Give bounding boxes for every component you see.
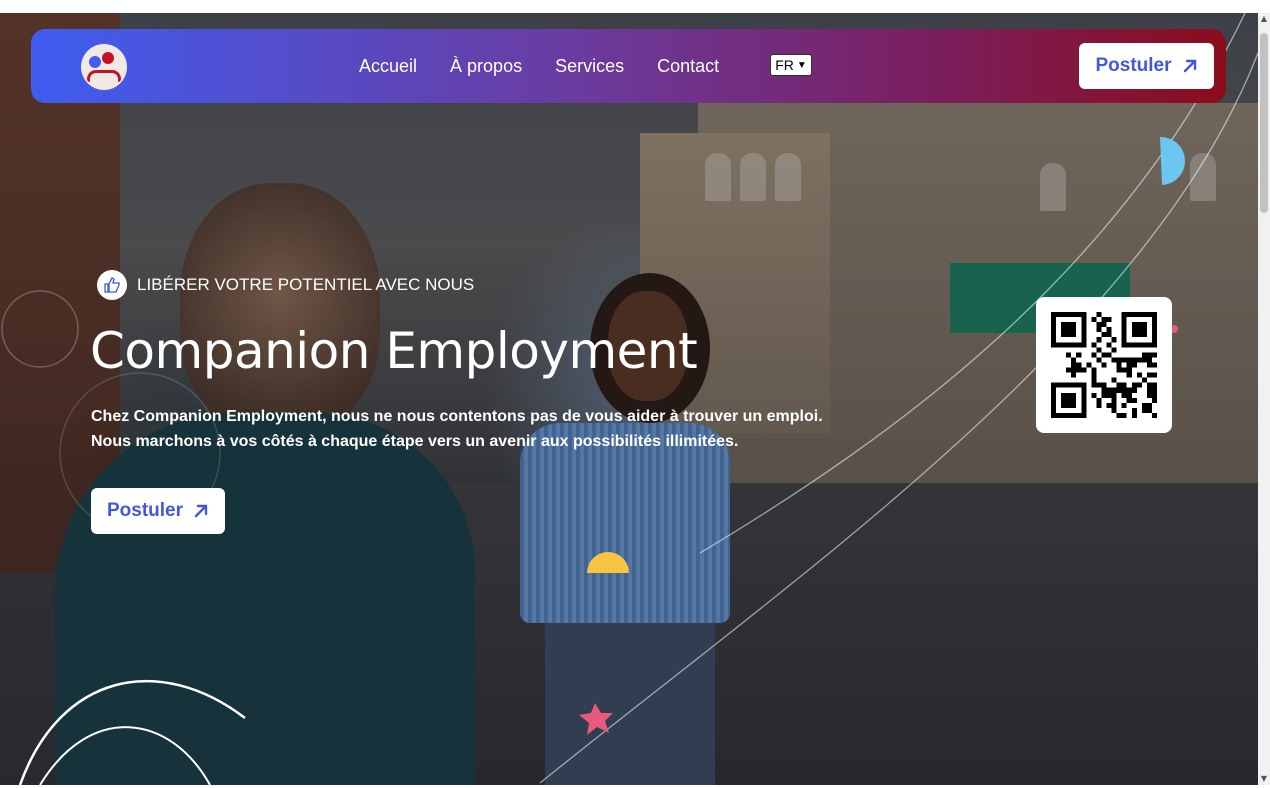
language-value: FR bbox=[775, 57, 794, 73]
scroll-down-icon[interactable]: ▼ bbox=[1258, 773, 1270, 785]
qr-code-icon[interactable] bbox=[1036, 297, 1172, 433]
thumbs-up-icon bbox=[97, 270, 127, 300]
hero-title: Companion Employment bbox=[90, 322, 698, 380]
chevron-down-icon: ▼ bbox=[796, 59, 807, 71]
arrow-up-right-icon bbox=[194, 504, 208, 518]
arrow-up-right-icon bbox=[1183, 59, 1196, 73]
nav-link-a-propos[interactable]: À propos bbox=[450, 56, 522, 77]
hero-tagline: LIBÉRER VOTRE POTENTIEL AVEC NOUS bbox=[97, 270, 474, 300]
language-select[interactable]: FR ▼ bbox=[770, 54, 812, 76]
nav-link-accueil[interactable]: Accueil bbox=[359, 56, 417, 77]
scrollbar-thumb[interactable] bbox=[1260, 33, 1268, 213]
apply-button-nav[interactable]: Postuler bbox=[1079, 43, 1214, 89]
navbar: Accueil À propos Services Contact FR ▼ P… bbox=[31, 29, 1226, 103]
apply-button-hero[interactable]: Postuler bbox=[91, 488, 225, 534]
apply-button-label: Postuler bbox=[106, 500, 184, 521]
nav-links: Accueil À propos Services Contact bbox=[359, 29, 719, 103]
people-logo-icon[interactable] bbox=[81, 44, 127, 90]
nav-link-services[interactable]: Services bbox=[555, 56, 624, 77]
hero-description-line: Chez Companion Employment, nous ne nous … bbox=[91, 408, 823, 425]
hero-description-line: Nous marchons à vos côtés à chaque étape… bbox=[91, 433, 739, 450]
page-scrollbar[interactable]: ▲ ▼ bbox=[1258, 13, 1270, 785]
hero-description: Chez Companion Employment, nous ne nous … bbox=[91, 404, 891, 454]
scroll-up-icon[interactable]: ▲ bbox=[1258, 13, 1270, 25]
apply-button-label: Postuler bbox=[1095, 55, 1172, 76]
nav-link-contact[interactable]: Contact bbox=[657, 56, 719, 77]
hero-tagline-text: LIBÉRER VOTRE POTENTIEL AVEC NOUS bbox=[137, 275, 475, 294]
